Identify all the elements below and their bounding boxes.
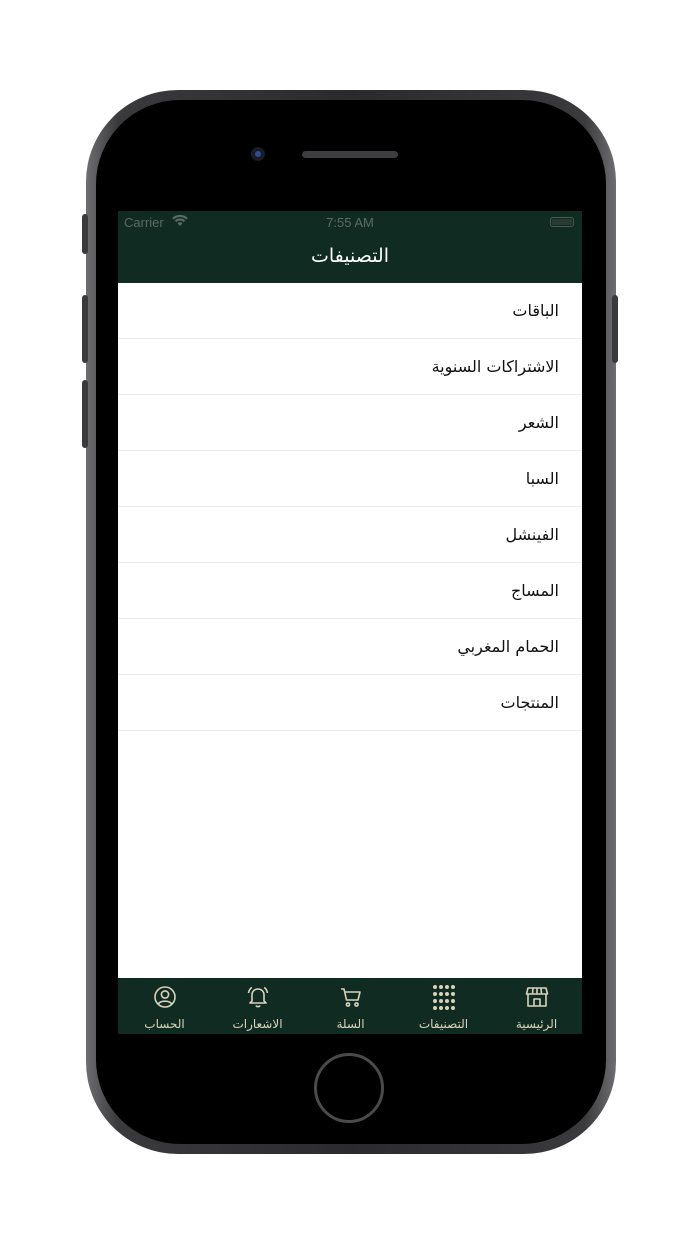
cart-icon: [341, 988, 361, 1007]
category-item-moroccan-bath[interactable]: الحمام المغربي: [118, 619, 582, 675]
power-button: [612, 295, 618, 363]
app-screen: Carrier 7:55 AM التصنيفات الباقات الاشتر…: [118, 211, 582, 1034]
category-item-massage[interactable]: المساج: [118, 563, 582, 619]
category-label: المنتجات: [500, 693, 560, 712]
tab-notifications[interactable]: الاشعارات: [211, 978, 304, 1034]
status-bar: Carrier 7:55 AM: [118, 211, 582, 235]
tab-label: الرئيسية: [515, 1017, 558, 1031]
grid-dots-icon: [433, 985, 455, 1010]
category-label: السبا: [525, 469, 559, 488]
category-label: الفينشل: [505, 525, 559, 544]
tab-categories[interactable]: التصنيفات: [397, 978, 490, 1034]
tab-label: الاشعارات: [232, 1017, 283, 1031]
category-item-packages[interactable]: الباقات: [118, 283, 582, 339]
store-icon: [525, 987, 549, 1007]
category-label: الاشتراكات السنوية: [431, 357, 559, 376]
category-item-annual-subscriptions[interactable]: الاشتراكات السنوية: [118, 339, 582, 395]
tab-cart[interactable]: السلة: [304, 978, 397, 1034]
category-label: الحمام المغربي: [457, 637, 559, 656]
mute-switch: [82, 214, 88, 254]
status-time: 7:55 AM: [326, 215, 374, 230]
category-item-spa[interactable]: السبا: [118, 451, 582, 507]
user-circle-icon: [154, 986, 176, 1008]
tab-bar: الحساب الاشعارات السلة التصنيفات الرئيسي…: [118, 978, 582, 1034]
volume-down-button: [82, 380, 88, 448]
tab-account[interactable]: الحساب: [118, 978, 211, 1034]
home-button[interactable]: [314, 1053, 384, 1123]
category-item-products[interactable]: المنتجات: [118, 675, 582, 731]
page-title: التصنيفات: [310, 245, 390, 267]
tab-label: السلة: [336, 1017, 365, 1031]
earpiece-speaker: [302, 151, 398, 158]
bell-icon: [247, 986, 269, 1008]
navigation-bar: Carrier 7:55 AM التصنيفات: [118, 211, 582, 283]
front-camera: [251, 147, 265, 161]
category-item-facial[interactable]: الفينشل: [118, 507, 582, 563]
tab-label: التصنيفات: [418, 1017, 469, 1031]
tab-home[interactable]: الرئيسية: [490, 978, 582, 1034]
category-label: المساج: [510, 581, 559, 600]
category-list: الباقات الاشتراكات السنوية الشعر السبا ا…: [118, 283, 582, 731]
battery-icon: [550, 217, 574, 227]
volume-up-button: [82, 295, 88, 363]
category-item-hair[interactable]: الشعر: [118, 395, 582, 451]
tab-label: الحساب: [144, 1017, 185, 1031]
category-label: الشعر: [518, 413, 559, 432]
category-label: الباقات: [512, 301, 559, 320]
